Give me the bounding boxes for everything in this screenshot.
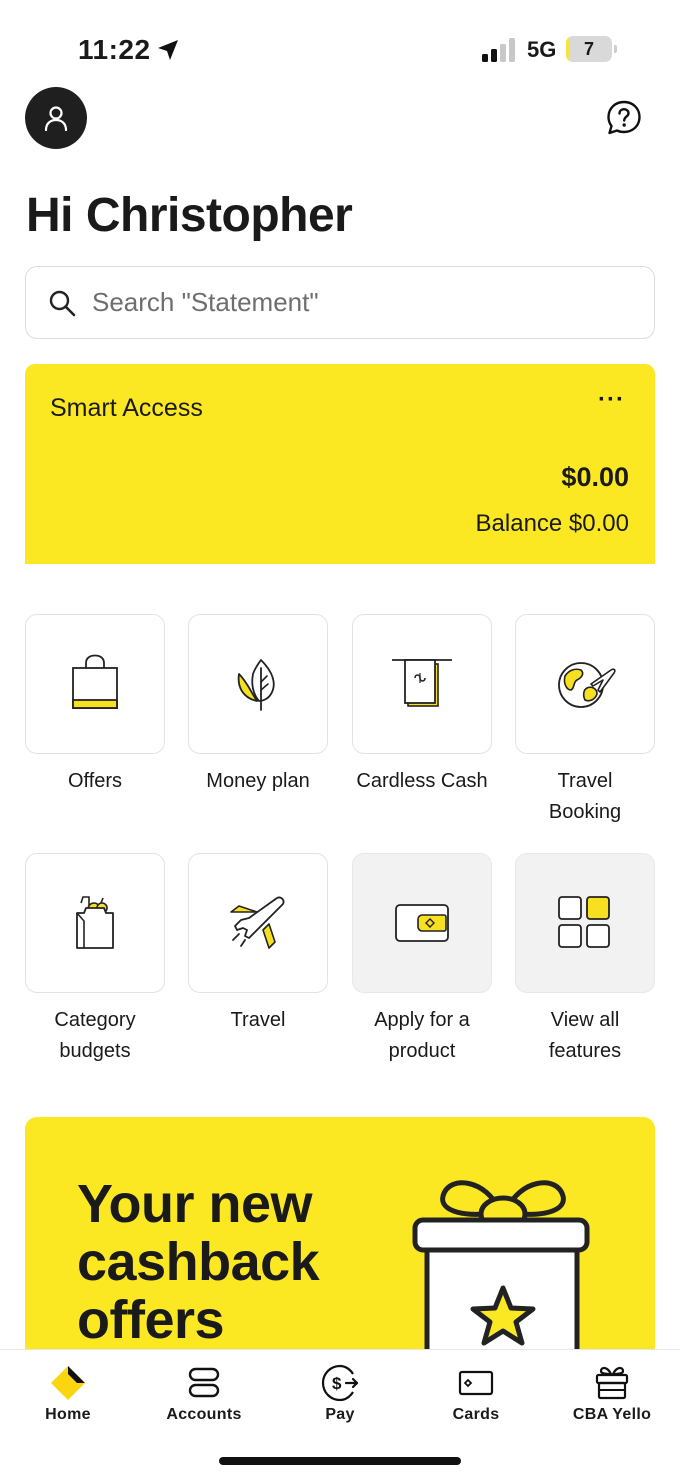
shopping-bag-icon bbox=[72, 654, 118, 709]
pay-icon: $ bbox=[321, 1364, 359, 1402]
tab-cards[interactable]: Cards bbox=[408, 1350, 544, 1436]
feature-tile-view-all[interactable] bbox=[515, 853, 655, 993]
profile-avatar-button[interactable] bbox=[25, 87, 87, 149]
status-time: 11:22 bbox=[78, 34, 151, 65]
greeting-title: Hi Christopher bbox=[26, 189, 353, 242]
account-amount: $0.00 bbox=[561, 462, 629, 492]
search-icon bbox=[49, 290, 76, 317]
cash-withdrawal-icon bbox=[392, 659, 452, 707]
tab-accounts[interactable]: Accounts bbox=[136, 1350, 272, 1436]
location-arrow-icon bbox=[158, 40, 178, 60]
feature-tile-cardless-cash[interactable] bbox=[352, 614, 492, 754]
feature-label-category-budgets: Category budgets bbox=[54, 1009, 136, 1062]
account-name: Smart Access bbox=[50, 394, 203, 422]
feature-label-money-plan: Money plan bbox=[206, 770, 310, 792]
grocery-bag-icon bbox=[76, 896, 114, 949]
tab-cba-yello[interactable]: CBA Yello bbox=[544, 1350, 680, 1436]
card-icon bbox=[458, 1370, 494, 1396]
feature-tile-category-budgets[interactable] bbox=[25, 853, 165, 993]
svg-text:$: $ bbox=[332, 1374, 342, 1393]
feature-label-cardless-cash: Cardless Cash bbox=[356, 770, 488, 792]
account-card-smart-access[interactable]: Smart Access ··· $0.00 Balance $0.00 bbox=[25, 364, 655, 564]
account-balance: Balance $0.00 bbox=[475, 510, 629, 537]
feature-tile-travel[interactable] bbox=[188, 853, 328, 993]
banner-headline: Your new cashback offers bbox=[77, 1174, 320, 1350]
gift-box-icon bbox=[412, 1180, 590, 1362]
feature-tile-apply-for-product[interactable] bbox=[352, 853, 492, 993]
tab-home[interactable]: Home bbox=[0, 1350, 136, 1436]
battery-level: 7 bbox=[583, 39, 594, 59]
feature-label-offers: Offers bbox=[67, 770, 123, 792]
tab-pay[interactable]: $ Pay bbox=[272, 1350, 408, 1436]
status-bar: 11:22 5G 7 bbox=[0, 0, 680, 90]
accounts-icon bbox=[188, 1367, 220, 1398]
wallet-icon bbox=[395, 904, 449, 942]
commbank-diamond-icon bbox=[51, 1366, 85, 1400]
person-icon bbox=[44, 106, 68, 132]
search-input[interactable] bbox=[92, 267, 632, 337]
grid-icon bbox=[558, 896, 610, 948]
feature-tile-money-plan[interactable] bbox=[188, 614, 328, 754]
tab-pay-label: Pay bbox=[325, 1406, 355, 1423]
tab-cards-label: Cards bbox=[452, 1406, 500, 1423]
airplane-icon bbox=[230, 896, 285, 949]
more-options-button[interactable]: ··· bbox=[598, 386, 625, 414]
feature-label-travel-booking: Travel Booking bbox=[548, 770, 622, 823]
feature-tile-offers[interactable] bbox=[25, 614, 165, 754]
tab-accounts-label: Accounts bbox=[166, 1406, 242, 1423]
feature-label-view-all-features: View all features bbox=[548, 1009, 622, 1062]
tab-cba-yello-label: CBA Yello bbox=[572, 1406, 652, 1423]
network-type: 5G bbox=[527, 37, 557, 62]
cellular-signal-icon bbox=[482, 38, 515, 62]
feature-label-apply-for-product: Apply for a product bbox=[374, 1009, 470, 1062]
cashback-offers-banner[interactable]: Your new cashback offers bbox=[25, 1117, 655, 1377]
battery-icon: 7 bbox=[566, 36, 618, 62]
home-indicator[interactable] bbox=[219, 1457, 461, 1465]
gift-icon bbox=[595, 1366, 629, 1400]
tab-home-label: Home bbox=[45, 1406, 91, 1423]
help-chat-icon[interactable] bbox=[606, 100, 642, 136]
leaf-icon bbox=[237, 659, 275, 711]
globe-plane-icon bbox=[558, 662, 616, 708]
search-bar[interactable] bbox=[25, 266, 655, 339]
feature-tile-travel-booking[interactable] bbox=[515, 614, 655, 754]
feature-label-travel: Travel bbox=[230, 1009, 286, 1031]
